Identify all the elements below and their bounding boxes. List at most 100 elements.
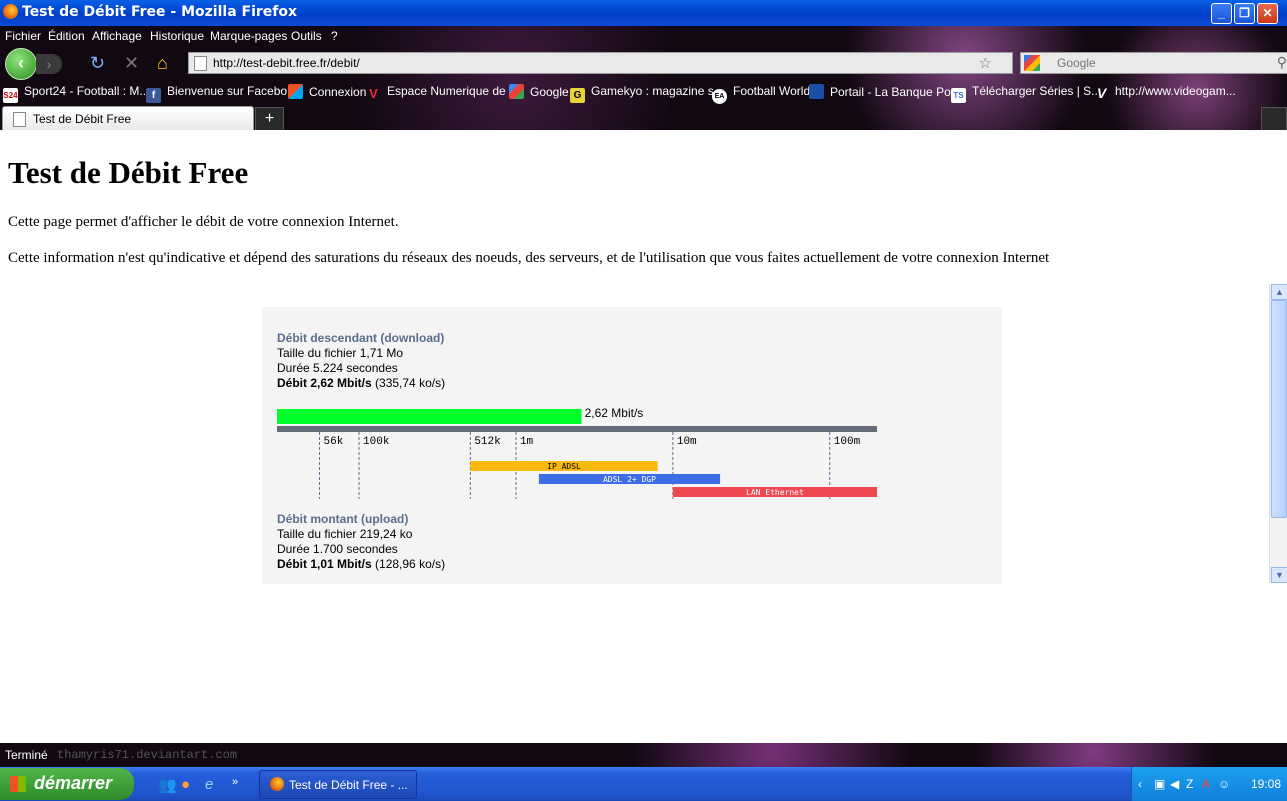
upload-rate-value: Débit 1,01 Mbit/s — [277, 557, 372, 571]
system-tray: ‹ ▣ ◀ Z A ☺ 19:08 — [1131, 767, 1287, 801]
tray-expand-icon[interactable]: ‹ — [1138, 777, 1142, 791]
download-speed-bar — [277, 409, 582, 424]
bookmark-item[interactable]: S24 Sport24 - Football : M... — [3, 84, 149, 103]
menu-historique[interactable]: Historique — [150, 29, 204, 43]
close-window-button[interactable]: ✕ — [1257, 3, 1278, 24]
menu-edition[interactable]: Édition — [48, 29, 85, 43]
bookmark-item[interactable]: EA Football World — [712, 84, 810, 104]
new-tab-button[interactable]: + — [255, 107, 284, 131]
windows-live-icon — [288, 84, 303, 99]
bank-icon — [809, 84, 824, 99]
download-speed-label: 2,62 Mbit/s — [585, 406, 644, 420]
firefox-icon — [270, 777, 284, 791]
home-icon[interactable]: ⌂ — [157, 53, 168, 74]
bookmark-label: Gamekyo : magazine s... — [591, 84, 724, 98]
page-title: Test de Débit Free — [8, 155, 249, 190]
tab-bar: Test de Débit Free + — [0, 104, 1287, 131]
scale-tick-label: 56k — [324, 436, 344, 448]
bookmark-item[interactable]: Portail - La Banque Po... — [809, 84, 961, 99]
tab-list-button[interactable] — [1261, 107, 1287, 131]
bookmark-star-icon[interactable]: ☆ — [979, 54, 992, 72]
page-content: Test de Débit Free Cette page permet d'a… — [0, 130, 1287, 743]
note-text: Cette information n'est qu'indicative et… — [8, 250, 1050, 266]
status-text: Terminé — [5, 748, 48, 762]
start-button[interactable]: démarrer — [0, 768, 134, 800]
taskbar-firefox-window[interactable]: Test de Débit Free - ... — [259, 770, 417, 799]
google-search-engine-icon[interactable] — [1024, 55, 1040, 71]
navigation-toolbar: ‹ › ↻ ✕ ⌂ ☆ ⚲ — [0, 46, 1287, 80]
search-icon[interactable]: ⚲ — [1277, 54, 1287, 71]
upload-heading: Débit montant (upload) — [277, 512, 409, 526]
ts-icon: TS — [951, 88, 966, 103]
minimize-button[interactable]: _ — [1211, 3, 1232, 24]
scroll-up-arrow-icon[interactable]: ▲ — [1271, 284, 1287, 300]
upload-rate: Débit 1,01 Mbit/s (128,96 ko/s) — [277, 557, 445, 571]
antivirus-icon[interactable]: Z — [1186, 777, 1193, 791]
scrollbar-thumb[interactable] — [1271, 300, 1287, 518]
range-label: LAN Ethernet — [746, 488, 804, 497]
acrobat-icon[interactable]: A — [1202, 777, 1210, 791]
forward-button[interactable]: › — [36, 54, 62, 74]
taskbar-window-label: Test de Débit Free - ... — [289, 778, 408, 792]
quicklaunch-more-icon[interactable]: » — [232, 776, 238, 788]
watermark-text: thamyris71.deviantart.com — [57, 748, 238, 762]
messenger-tray-icon[interactable]: ☺ — [1218, 777, 1230, 791]
scale-tick-label: 1m — [520, 436, 534, 448]
menu-fichier[interactable]: Fichier — [5, 29, 41, 43]
facebook-icon: f — [146, 88, 161, 103]
menu-bar: Fichier Édition Affichage Historique Mar… — [0, 26, 1287, 46]
page-icon — [194, 56, 207, 71]
url-input[interactable] — [213, 55, 953, 71]
window-titlebar: Test de Débit Free - Mozilla Firefox _ ❐… — [0, 0, 1287, 26]
internet-explorer-icon[interactable]: e — [205, 776, 213, 793]
bookmark-item[interactable]: V Espace Numerique de ... — [366, 84, 519, 101]
bookmark-label: Google — [530, 85, 569, 99]
scale-tick-label: 512k — [474, 436, 501, 448]
vertical-scrollbar[interactable]: ▲ ▼ — [1269, 284, 1287, 583]
search-input[interactable] — [1057, 55, 1247, 71]
bookmark-label: Télécharger Séries | S... — [972, 84, 1102, 98]
upload-file-size: Taille du fichier 219,24 ko — [277, 527, 413, 541]
page-icon — [13, 112, 26, 127]
menu-help[interactable]: ? — [331, 29, 338, 43]
bookmark-item[interactable]: TS Télécharger Séries | S... — [951, 84, 1101, 103]
menu-outils[interactable]: Outils — [291, 29, 322, 43]
bookmark-item[interactable]: f Bienvenue sur Facebo... — [146, 84, 297, 103]
bookmark-label: Football World — [733, 84, 811, 98]
scroll-down-arrow-icon[interactable]: ▼ — [1271, 567, 1287, 583]
restore-button[interactable]: ❐ — [1234, 3, 1255, 24]
bookmark-item[interactable]: Google — [509, 84, 569, 99]
bookmark-item[interactable]: Connexion — [288, 84, 366, 99]
upload-rate-kos: (128,96 ko/s) — [375, 557, 446, 571]
bookmark-label: http://www.videogam... — [1115, 84, 1236, 98]
bookmark-label: Portail - La Banque Po... — [830, 85, 961, 99]
scale-tick-label: 10m — [677, 436, 697, 448]
firefox-quicklaunch-icon[interactable]: ● — [181, 776, 190, 793]
network-icon[interactable]: ▣ — [1154, 777, 1165, 791]
bookmark-item[interactable]: Vhttp://www.videogam... — [1094, 84, 1236, 101]
google-icon — [509, 84, 524, 99]
reload-icon[interactable]: ↻ — [90, 53, 105, 74]
bookmark-label: Espace Numerique de ... — [387, 84, 520, 98]
range-label: IP ADSL — [547, 462, 581, 471]
firefox-icon — [3, 4, 18, 19]
back-button[interactable]: ‹ — [5, 48, 37, 80]
ea-icon: EA — [712, 89, 727, 104]
search-box[interactable]: ⚲ — [1020, 52, 1287, 74]
intro-text: Cette page permet d'afficher le débit de… — [8, 214, 399, 230]
range-label: ADSL 2+ DGP — [603, 475, 656, 484]
connection-type-ranges: IP ADSL ADSL 2+ DGP LAN Ethernet — [470, 461, 877, 497]
stop-icon[interactable]: ✕ — [124, 53, 139, 74]
volume-icon[interactable]: ◀ — [1170, 777, 1179, 791]
bookmark-label: Sport24 - Football : M... — [24, 84, 150, 98]
windows-flag-icon — [10, 776, 26, 792]
tab-test-de-debit[interactable]: Test de Débit Free — [2, 106, 254, 131]
menu-affichage[interactable]: Affichage — [92, 29, 142, 43]
windows-taskbar: démarrer 👥 ● e » Test de Débit Free - ..… — [0, 767, 1287, 801]
bookmarks-toolbar: S24 Sport24 - Football : M... f Bienvenue … — [0, 82, 1287, 104]
messenger-icon[interactable]: 👥 — [158, 776, 177, 794]
menu-marque-pages[interactable]: Marque-pages — [210, 29, 287, 43]
url-bar[interactable]: ☆ — [188, 52, 1013, 74]
bookmark-item[interactable]: G Gamekyo : magazine s... — [570, 84, 724, 103]
upload-duration: Durée 1.700 secondes — [277, 542, 398, 556]
